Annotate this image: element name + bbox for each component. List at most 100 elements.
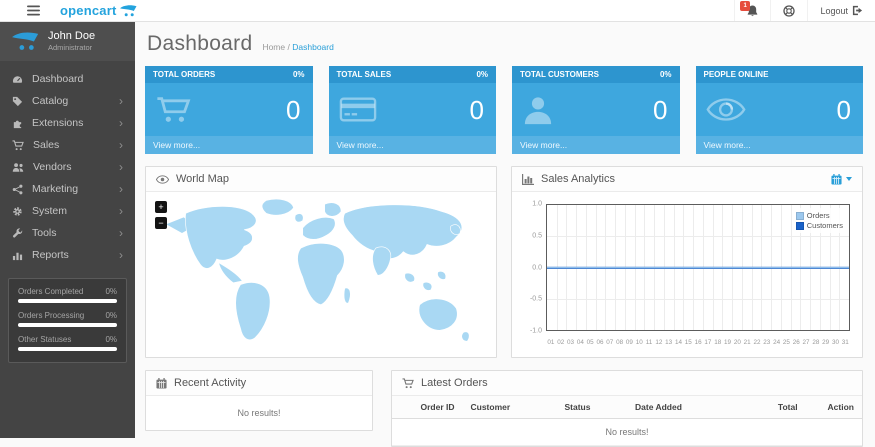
- eye-icon: [705, 98, 746, 121]
- sidebar-item-vendors[interactable]: Vendors ›: [0, 156, 135, 178]
- menu-toggle-button[interactable]: [27, 5, 40, 16]
- column-header-action: Action: [805, 396, 862, 419]
- page-header: Dashboard Home / Dashboard: [147, 32, 863, 56]
- tile-value: 0: [286, 94, 301, 125]
- stat-other-statuses: Other Statuses 0%: [18, 335, 117, 352]
- topbar-actions: 1 Logout: [734, 0, 875, 21]
- sidebar-item-reports[interactable]: Reports ›: [0, 244, 135, 266]
- sidebar-item-system[interactable]: System ›: [0, 200, 135, 222]
- share-icon: [12, 184, 23, 195]
- user-role: Administrator: [48, 43, 93, 53]
- column-header-order-id: Order ID: [392, 396, 463, 419]
- sidebar-item-label: Sales: [33, 139, 60, 152]
- storefront-button[interactable]: [770, 0, 807, 21]
- map-zoom-in-button[interactable]: +: [155, 201, 167, 213]
- sidebar: John Doe Administrator Dashboard Catalog…: [0, 22, 135, 438]
- avatar-cart-icon: [12, 32, 39, 50]
- stat-value: 0%: [105, 335, 117, 345]
- hamburger-icon: [27, 5, 40, 16]
- map-zoom-out-button[interactable]: −: [155, 217, 167, 229]
- tile-total-orders: TOTAL ORDERS 0% 0 View more...: [145, 66, 313, 154]
- world-map: [164, 198, 470, 342]
- chevron-right-icon: ›: [119, 248, 123, 263]
- chevron-right-icon: ›: [119, 204, 123, 219]
- sidebar-item-label: Marketing: [32, 183, 79, 196]
- view-more-link[interactable]: View more...: [328, 136, 496, 154]
- sidebar-item-marketing[interactable]: Marketing ›: [0, 178, 135, 200]
- sidebar-item-catalog[interactable]: Catalog ›: [0, 90, 135, 112]
- column-header-customer: Customer: [462, 396, 557, 419]
- sales-analytics-panel: Sales Analytics 1.0 0.5 0.0 -0.5 -1.0 Orders…: [511, 166, 863, 358]
- sidebar-item-label: Tools: [32, 227, 57, 240]
- cart-icon: [157, 96, 191, 122]
- breadcrumb-current[interactable]: Dashboard: [292, 42, 334, 52]
- gear-icon: [13, 206, 22, 216]
- user-name: John Doe: [48, 30, 96, 42]
- breadcrumb-home[interactable]: Home: [262, 42, 285, 52]
- sidebar-item-label: Extensions: [32, 117, 84, 130]
- tile-percent: 0%: [659, 70, 672, 79]
- users-icon: [12, 162, 24, 172]
- sign-out-icon: [852, 5, 863, 16]
- credit-card-icon: [339, 97, 376, 122]
- world-map-body: + −: [146, 192, 496, 357]
- panel-title: Latest Orders: [421, 377, 488, 389]
- view-more-link[interactable]: View more...: [145, 136, 313, 154]
- sidebar-menu: Dashboard Catalog › Extensions › Sales ›…: [0, 61, 135, 266]
- map-zoom-controls: + −: [155, 201, 167, 233]
- recent-activity-panel: Recent Activity No results!: [145, 370, 373, 431]
- tile-total-customers: TOTAL CUSTOMERS 0% 0 View more...: [512, 66, 680, 154]
- column-header-date-added: Date Added: [627, 396, 731, 419]
- sidebar-item-dashboard[interactable]: Dashboard: [0, 68, 135, 90]
- sales-chart-legend: Orders Customers: [792, 208, 846, 233]
- sidebar-item-extensions[interactable]: Extensions ›: [0, 112, 135, 134]
- stat-label: Orders Completed: [18, 287, 84, 297]
- dashboard-icon: [12, 75, 23, 83]
- sidebar-item-label: Reports: [32, 249, 69, 262]
- stat-value: 0%: [105, 311, 117, 321]
- top-bar: opencart 1 Logout: [0, 0, 875, 22]
- sidebar-item-label: Catalog: [32, 95, 69, 108]
- stat-value: 0%: [105, 287, 117, 297]
- user-icon: [524, 96, 552, 124]
- stat-orders-processing: Orders Processing 0%: [18, 311, 117, 328]
- cart-icon: [12, 140, 24, 150]
- chevron-right-icon: ›: [119, 160, 123, 175]
- bar-chart-icon: [12, 252, 23, 260]
- chevron-right-icon: ›: [119, 138, 123, 153]
- sidebar-order-stats: Orders Completed 0% Orders Processing 0% O…: [8, 278, 127, 364]
- panel-title: World Map: [176, 173, 229, 185]
- tile-percent: 0%: [476, 70, 488, 79]
- view-more-link[interactable]: View more...: [512, 136, 680, 154]
- stat-orders-completed: Orders Completed 0%: [18, 287, 117, 304]
- tile-people-online: PEOPLE ONLINE 0 View more...: [695, 66, 863, 154]
- tile-title: TOTAL CUSTOMERS: [520, 70, 599, 79]
- opencart-logo[interactable]: opencart: [60, 3, 137, 18]
- progress-bar: [18, 299, 117, 304]
- chevron-right-icon: ›: [119, 182, 123, 197]
- chevron-right-icon: ›: [119, 94, 123, 109]
- sidebar-item-label: Dashboard: [32, 73, 84, 86]
- column-header-status: Status: [556, 396, 627, 419]
- sidebar-item-label: System: [32, 205, 68, 218]
- tag-icon: [12, 96, 23, 106]
- logout-button[interactable]: Logout: [807, 0, 875, 21]
- sidebar-item-sales[interactable]: Sales ›: [0, 134, 135, 156]
- logo-text: opencart: [60, 3, 117, 18]
- user-profile[interactable]: John Doe Administrator: [0, 22, 135, 62]
- calendar-icon: [156, 377, 167, 389]
- progress-bar: [18, 323, 117, 328]
- opencart-cart-icon: [119, 4, 137, 16]
- bar-chart-icon: [522, 173, 534, 185]
- view-more-link[interactable]: View more...: [695, 136, 863, 154]
- tile-value: 0: [653, 94, 668, 125]
- recent-activity-empty: No results!: [237, 408, 281, 418]
- sidebar-item-tools[interactable]: Tools ›: [0, 222, 135, 244]
- notifications-button[interactable]: 1: [734, 0, 770, 21]
- panel-title: Sales Analytics: [541, 173, 615, 185]
- wrench-icon: [13, 228, 23, 238]
- tile-total-sales: TOTAL SALES 0% 0 View more...: [328, 66, 496, 154]
- logout-label: Logout: [820, 5, 848, 16]
- puzzle-icon: [13, 120, 22, 128]
- date-range-button[interactable]: [831, 173, 852, 185]
